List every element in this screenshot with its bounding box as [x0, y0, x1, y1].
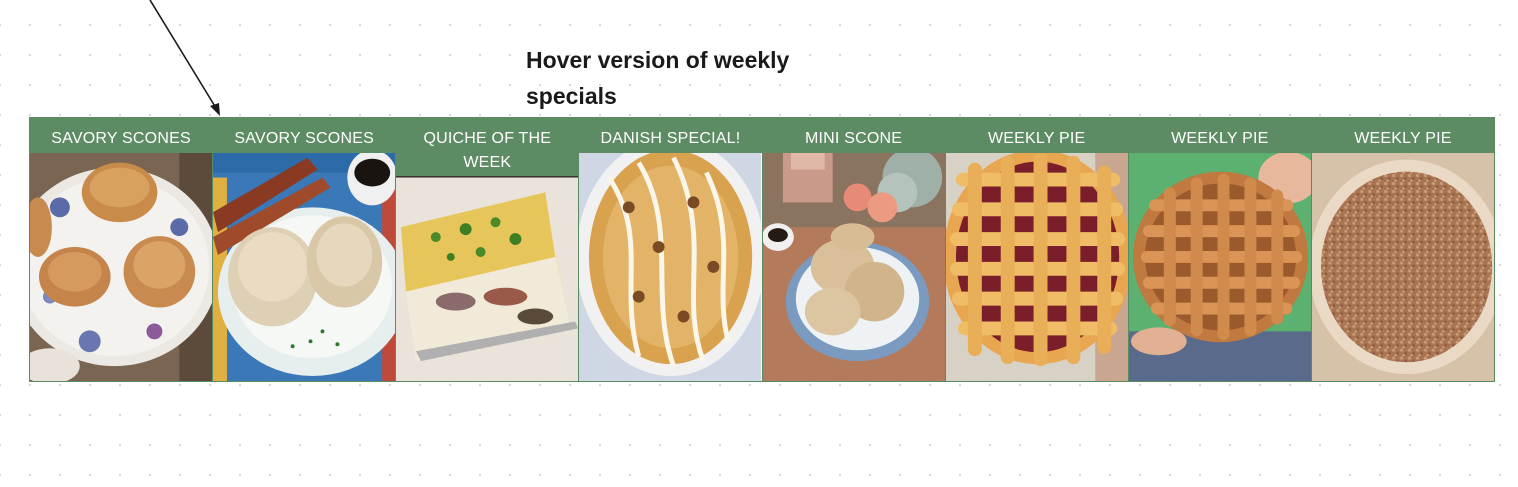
special-card-label: WEEKLY PIE [1128, 118, 1311, 153]
special-card-label: SAVORY SCONES [213, 118, 396, 153]
special-card-quiche[interactable]: QUICHE OF THE WEEK [396, 118, 580, 381]
crumb-pie-photo [1311, 118, 1494, 381]
special-card-label: WEEKLY PIE [1311, 118, 1494, 153]
special-card-savory-scones[interactable]: SAVORY SCONES [213, 118, 397, 381]
annotation-note: Hover version of weekly specials [526, 47, 790, 109]
special-card-label: QUICHE OF THE WEEK [396, 118, 579, 176]
special-card-weekly-pie[interactable]: WEEKLY PIE [1128, 118, 1312, 381]
lattice-cherry-pie-photo [945, 118, 1128, 381]
special-card-weekly-pie[interactable]: WEEKLY PIE [1311, 118, 1494, 381]
danish-photo [579, 118, 762, 381]
special-card-savory-scones[interactable]: SAVORY SCONES [30, 118, 214, 381]
special-card-label: WEEKLY PIE [945, 118, 1128, 153]
special-card-label: SAVORY SCONES [30, 118, 213, 153]
weekly-specials-strip: SAVORY SCONES SAVORY SCONES QUICHE OF TH… [29, 117, 1495, 382]
annotation-arrow [149, 0, 220, 116]
special-card-mini-scone[interactable]: MINI SCONE [762, 118, 946, 381]
savory-scones-photo [30, 118, 213, 381]
special-card-weekly-pie[interactable]: WEEKLY PIE [945, 118, 1129, 381]
special-card-label: MINI SCONE [762, 118, 945, 153]
mini-scone-photo [762, 118, 945, 381]
lattice-apple-pie-photo [1128, 118, 1311, 381]
savory-scones-bacon-photo [213, 118, 396, 381]
special-card-label: DANISH SPECIAL! [579, 118, 762, 153]
special-card-danish[interactable]: DANISH SPECIAL! [579, 118, 763, 381]
